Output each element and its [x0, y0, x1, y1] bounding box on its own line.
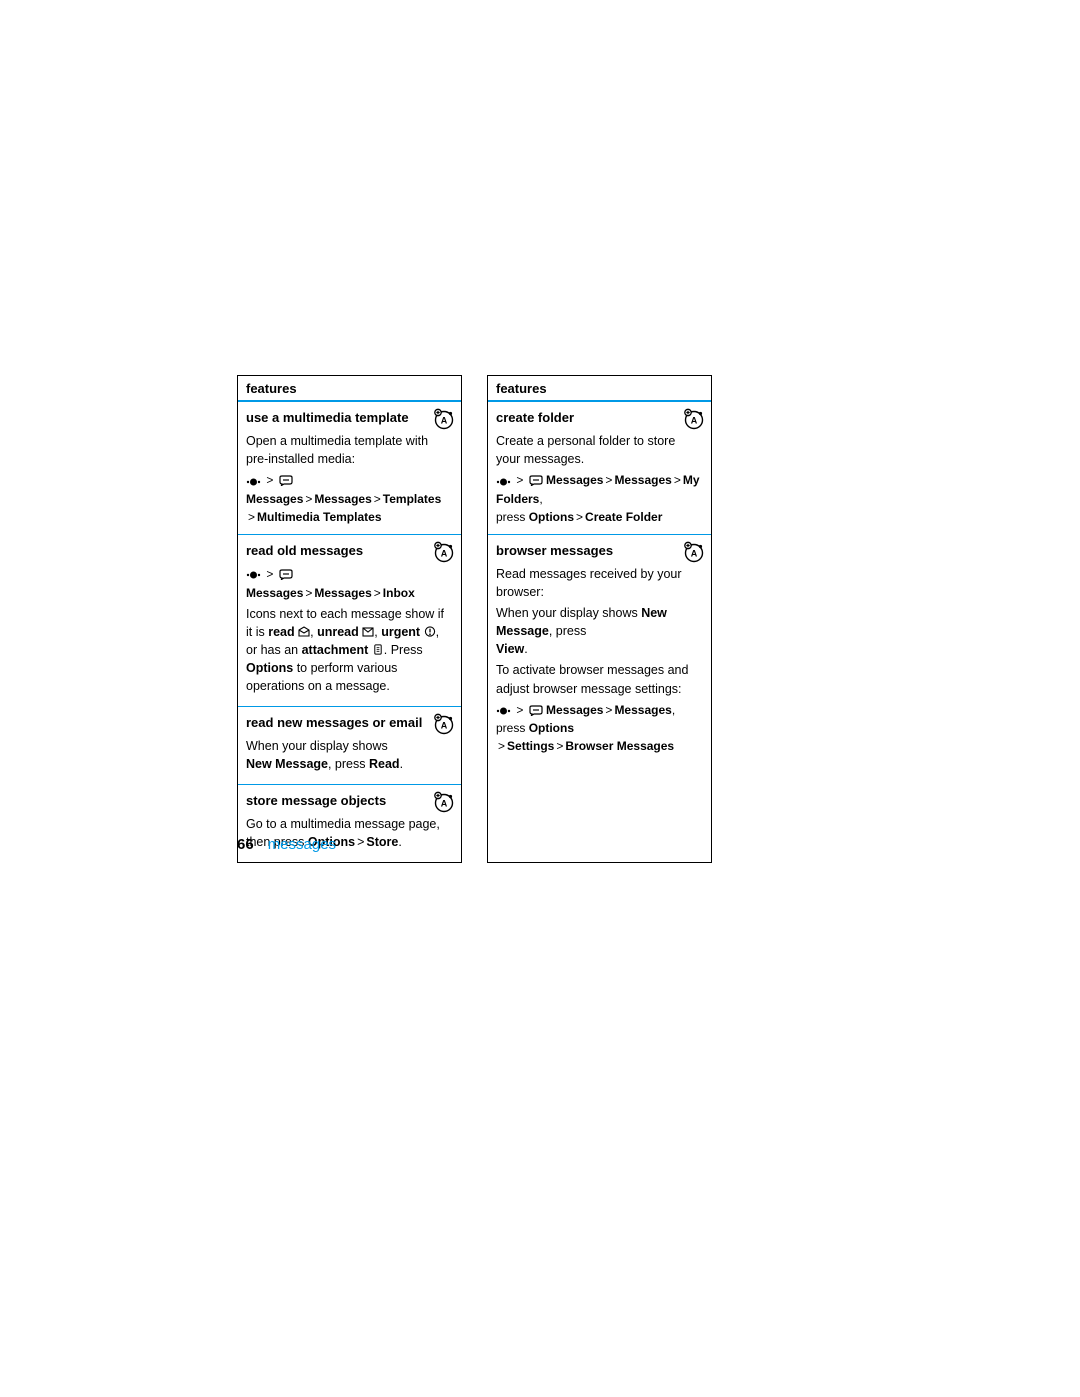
feature-title: browser messages	[496, 542, 703, 561]
nav-path: > Messages>Messages>Inbox	[246, 565, 453, 602]
column-header: features	[238, 376, 461, 402]
feature-body: Read messages received by your browser:	[496, 565, 703, 601]
feature-multimedia-template: use a multimedia template Open a multime…	[238, 402, 461, 535]
feature-read-old: read old messages > Messages>Messages>In…	[238, 535, 461, 707]
feature-body: When your display shows New Message, pre…	[496, 604, 703, 658]
feature-body: Open a multimedia template with pre-inst…	[246, 432, 453, 468]
column-header: features	[488, 376, 711, 402]
feature-body: When your display shows New Message, pre…	[246, 737, 453, 773]
optional-feature-icon	[683, 541, 705, 563]
center-key-icon	[246, 472, 261, 490]
optional-feature-icon	[433, 713, 455, 735]
feature-body: Icons next to each message show if it is…	[246, 605, 453, 696]
messages-icon	[279, 473, 293, 487]
features-column-left: features use a multimedia template Open …	[237, 375, 462, 863]
center-key-icon	[246, 566, 261, 584]
nav-path: > Messages>Messages>My Folders, press Op…	[496, 471, 703, 526]
page-footer: 66 messages	[237, 836, 336, 853]
feature-read-new: read new messages or email When your dis…	[238, 707, 461, 785]
urgent-icon	[424, 625, 436, 639]
nav-path: > Messages>Messages>Templates >Multimedi…	[246, 471, 453, 526]
features-column-right: features create folder Create a personal…	[487, 375, 712, 863]
feature-title: use a multimedia template	[246, 409, 453, 428]
feature-browser-messages: browser messages Read messages received …	[488, 535, 711, 764]
feature-create-folder: create folder Create a personal folder t…	[488, 402, 711, 535]
messages-icon	[529, 703, 543, 717]
center-key-icon	[496, 701, 511, 719]
feature-body: To activate browser messages and adjust …	[496, 661, 703, 697]
attachment-icon	[372, 643, 384, 657]
messages-icon	[279, 567, 293, 581]
read-envelope-icon	[298, 625, 310, 639]
page-number: 66	[237, 836, 254, 853]
section-name: messages	[268, 836, 336, 853]
optional-feature-icon	[433, 791, 455, 813]
feature-body: Create a personal folder to store your m…	[496, 432, 703, 468]
messages-icon	[529, 473, 543, 487]
feature-title: create folder	[496, 409, 703, 428]
center-key-icon	[496, 472, 511, 490]
optional-feature-icon	[683, 408, 705, 430]
nav-path: > Messages>Messages, press Options >Sett…	[496, 701, 703, 756]
optional-feature-icon	[433, 541, 455, 563]
unread-envelope-icon	[362, 625, 374, 639]
feature-title: read new messages or email	[246, 714, 453, 733]
optional-feature-icon	[433, 408, 455, 430]
feature-title: store message objects	[246, 792, 453, 811]
manual-page: features use a multimedia template Open …	[237, 375, 717, 863]
feature-title: read old messages	[246, 542, 453, 561]
